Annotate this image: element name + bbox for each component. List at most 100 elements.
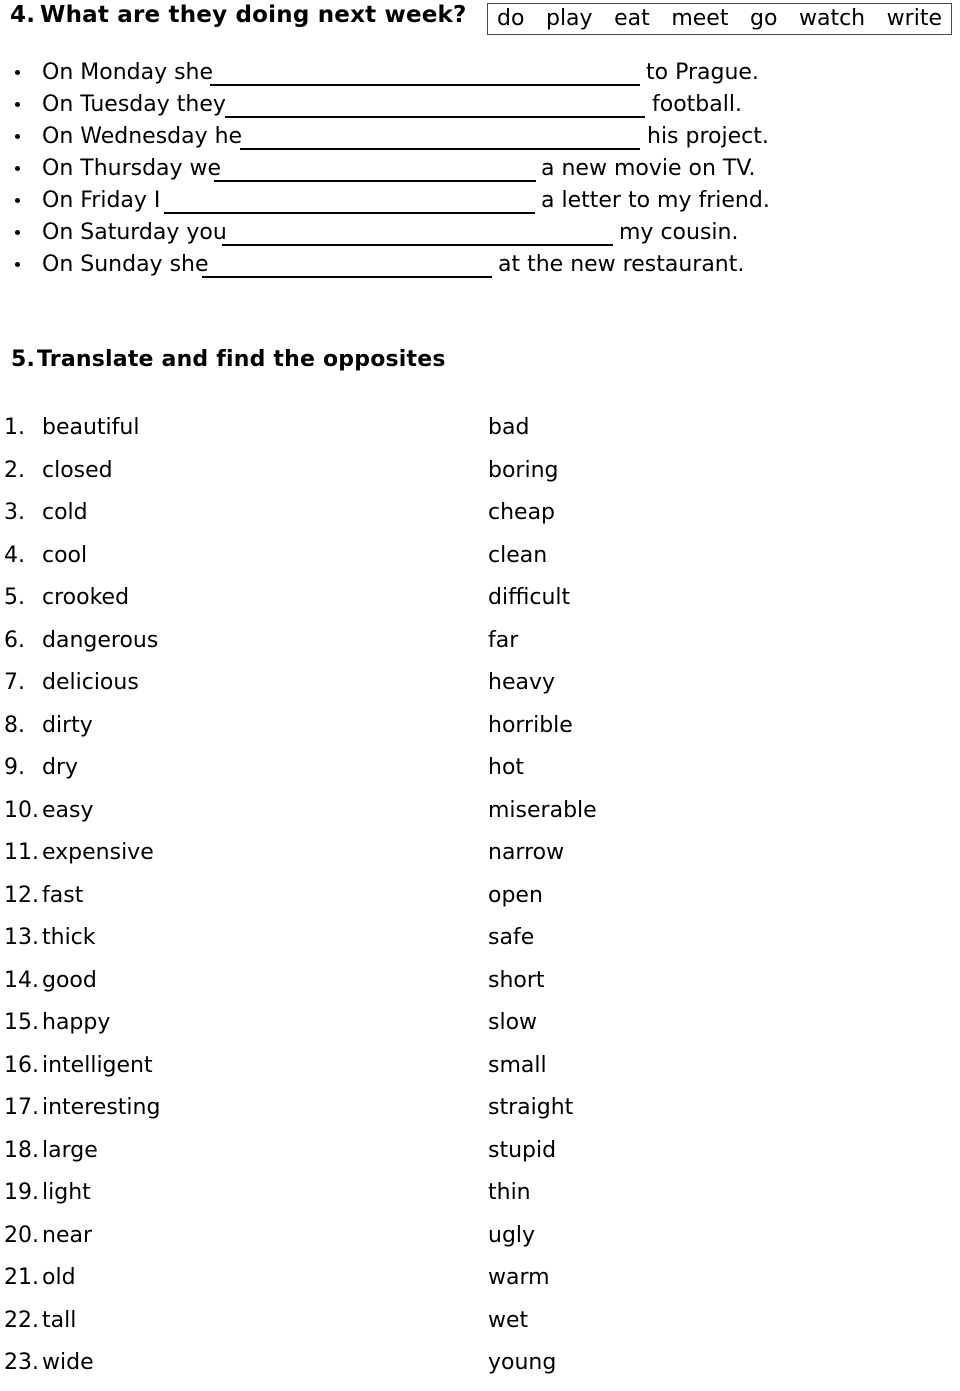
answer-blank[interactable] [202, 250, 492, 278]
opposites-answer-word[interactable]: cheap [488, 498, 555, 528]
opposites-word[interactable]: beautiful [42, 413, 139, 443]
opposites-word[interactable]: dangerous [42, 626, 158, 656]
opposites-word[interactable]: happy [42, 1008, 110, 1038]
answer-blank[interactable] [240, 122, 640, 150]
opposites-answer-word[interactable]: warm [488, 1263, 550, 1293]
opposites-row-number: 11. [4, 840, 39, 865]
opposites-answer-word[interactable]: slow [488, 1008, 537, 1038]
sentence-lead-text: On Tuesday they [42, 92, 226, 117]
opposites-answer-word[interactable]: far [488, 626, 518, 656]
opposites-word[interactable]: dry [42, 753, 78, 783]
opposites-answer-word[interactable]: boring [488, 456, 559, 486]
opposites-word[interactable]: wide [42, 1348, 94, 1378]
opposites-word[interactable]: cool [42, 541, 87, 571]
opposites-row-number: 8. [4, 712, 25, 738]
sentence-row: On Wednesday he his project. [0, 122, 960, 154]
opposites-word[interactable]: dirty [42, 711, 93, 741]
answer-blank[interactable] [225, 90, 645, 118]
opposites-answer-word[interactable]: thin [488, 1178, 531, 1208]
answer-blank[interactable] [164, 186, 535, 214]
opposites-word[interactable]: fast [42, 881, 83, 911]
sentence-row: On Sunday she at the new restaurant. [0, 250, 960, 282]
opposites-answer-word[interactable]: straight [488, 1093, 573, 1123]
opposites-word[interactable]: intelligent [42, 1051, 153, 1081]
opposites-word[interactable]: large [42, 1136, 98, 1166]
opposites-word[interactable]: old [42, 1263, 76, 1293]
opposites-row: 3. cold cheap [0, 498, 960, 541]
sentence-lead-text: On Monday she [42, 60, 214, 85]
word-bank-word: play [545, 6, 593, 31]
exercise-5-number: 5. [11, 347, 36, 372]
sentence-list: On Monday she to Prague. On Tuesday they fo… [0, 58, 960, 282]
bullet-icon [15, 134, 20, 139]
opposites-answer-word[interactable]: bad [488, 413, 529, 443]
opposites-row: 9. dry hot [0, 753, 960, 796]
opposites-answer-word[interactable]: safe [488, 923, 534, 953]
opposites-word[interactable]: crooked [42, 583, 129, 613]
opposites-word[interactable]: cold [42, 498, 88, 528]
opposites-row: 8. dirty horrible [0, 711, 960, 754]
opposites-row-number: 12. [4, 882, 39, 908]
word-bank-word: go [750, 6, 778, 31]
bullet-icon [15, 102, 20, 107]
bullet-icon [15, 70, 20, 75]
bullet-icon [15, 198, 20, 203]
sentence-tail-text: a letter to my friend. [541, 188, 770, 213]
sentence-lead-text: On Thursday we [42, 156, 222, 181]
opposites-word[interactable]: near [42, 1221, 92, 1251]
opposites-answer-word[interactable]: heavy [488, 668, 555, 698]
opposites-answer-word[interactable]: short [488, 966, 545, 996]
opposites-row: 5. crooked difficult [0, 583, 960, 626]
opposites-answer-word[interactable]: horrible [488, 711, 573, 741]
opposites-word[interactable]: closed [42, 456, 113, 486]
sentence-row: On Monday she to Prague. [0, 58, 960, 90]
opposites-row: 18. large stupid [0, 1136, 960, 1179]
opposites-answer-word[interactable]: young [488, 1348, 556, 1378]
opposites-answer-word[interactable]: ugly [488, 1221, 535, 1251]
exercise-4-title: 4. What are they doing next week? [10, 2, 467, 28]
exercise-4-question: What are they doing next week? [40, 2, 467, 28]
bullet-icon [15, 230, 20, 235]
word-bank-word: meet [671, 6, 729, 31]
opposites-row-number: 5. [4, 585, 25, 610]
opposites-answer-word[interactable]: stupid [488, 1136, 556, 1166]
opposites-row: 10. easy miserable [0, 796, 960, 839]
exercise-4-header: 4. What are they doing next week? do play e… [0, 0, 960, 42]
opposites-word[interactable]: expensive [42, 838, 154, 868]
opposites-row-number: 3. [4, 500, 25, 525]
opposites-row-number: 10. [4, 797, 39, 823]
word-bank-word: watch [798, 6, 866, 31]
opposites-row-number: 9. [4, 755, 25, 780]
opposites-word[interactable]: interesting [42, 1093, 160, 1123]
opposites-answer-word[interactable]: miserable [488, 796, 597, 826]
opposites-answer-word[interactable]: wet [488, 1306, 528, 1336]
opposites-word[interactable]: easy [42, 796, 94, 826]
opposites-row: 1. beautiful bad [0, 413, 960, 456]
exercise-5-title: 5.Translate and find the opposites [11, 347, 446, 372]
bullet-icon [15, 166, 20, 171]
opposites-word[interactable]: delicious [42, 668, 139, 698]
opposites-row: 4. cool clean [0, 541, 960, 584]
answer-blank[interactable] [222, 218, 613, 246]
opposites-answer-word[interactable]: hot [488, 753, 524, 783]
opposites-answer-word[interactable]: open [488, 881, 543, 911]
opposites-word[interactable]: light [42, 1178, 91, 1208]
opposites-word[interactable]: thick [42, 923, 96, 953]
opposites-answer-word[interactable]: difficult [488, 583, 570, 613]
opposites-word[interactable]: tall [42, 1306, 76, 1336]
opposites-word[interactable]: good [42, 966, 97, 996]
sentence-tail-text: at the new restaurant. [498, 252, 745, 277]
opposites-row-number: 7. [4, 670, 25, 695]
opposites-answer-word[interactable]: clean [488, 541, 547, 571]
answer-blank[interactable] [210, 58, 640, 86]
sentence-lead-text: On Saturday you [42, 220, 227, 245]
answer-blank[interactable] [214, 154, 536, 182]
opposites-row: 14. good short [0, 966, 960, 1009]
opposites-answer-word[interactable]: small [488, 1051, 547, 1081]
opposites-answer-word[interactable]: narrow [488, 838, 564, 868]
opposites-row-number: 6. [4, 627, 25, 653]
opposites-row-number: 14. [4, 967, 39, 993]
opposites-row-number: 18. [4, 1137, 39, 1163]
sentence-lead-text: On Friday I [42, 188, 161, 213]
opposites-row: 11. expensive narrow [0, 838, 960, 881]
